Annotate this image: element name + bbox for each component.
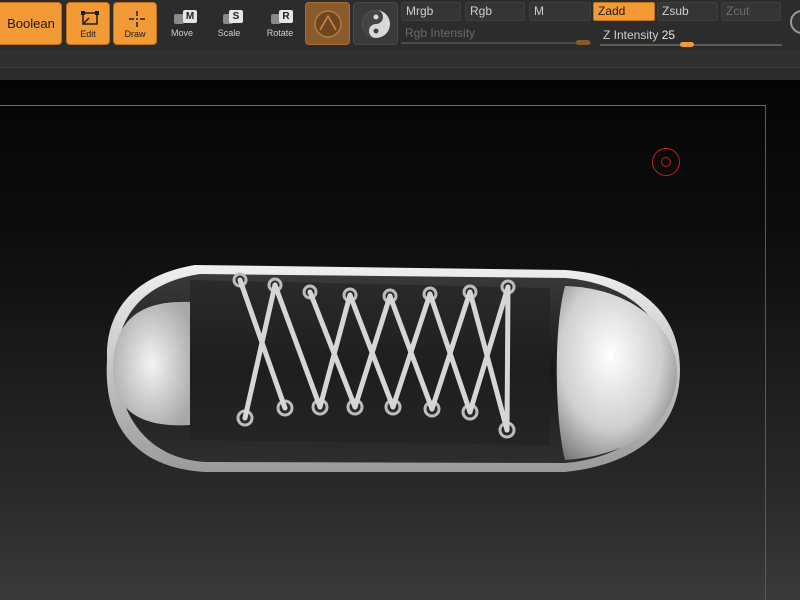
boolean-button[interactable]: Boolean xyxy=(0,2,62,45)
yin-yang-sphere-icon xyxy=(362,10,390,38)
z-intensity-text: Z Intensity xyxy=(603,28,659,42)
scale-label: Scale xyxy=(217,28,241,38)
scale-button[interactable]: S Scale xyxy=(207,2,251,45)
scale-key-badge: S xyxy=(229,10,243,23)
sneaker-model[interactable] xyxy=(95,250,695,490)
rotate-button[interactable]: R Rotate xyxy=(258,2,302,45)
rgb-button[interactable]: Rgb xyxy=(465,2,525,21)
canvas-gap xyxy=(0,68,800,80)
top-toolbar: Boolean Edit Draw M Move S Scale R Rotat… xyxy=(0,0,800,50)
edit-box-icon xyxy=(81,11,99,25)
mrgb-button[interactable]: Mrgb xyxy=(401,2,461,21)
material-button[interactable] xyxy=(305,2,350,45)
zsub-button[interactable]: Zsub xyxy=(657,2,718,21)
brush-cursor-center xyxy=(661,157,671,167)
draw-button[interactable]: Draw xyxy=(113,2,157,45)
zcut-button[interactable]: Zcut xyxy=(721,2,781,21)
draw-crosshair-icon xyxy=(129,11,145,27)
rotate-key-badge: R xyxy=(279,10,293,23)
rotate-label: Rotate xyxy=(266,28,294,38)
z-intensity-label: Z Intensity 25 xyxy=(603,28,675,42)
matcap-sphere-icon xyxy=(314,10,342,38)
zadd-button[interactable]: Zadd xyxy=(593,2,655,21)
m-button[interactable]: M xyxy=(529,2,591,21)
z-intensity-knob[interactable] xyxy=(680,42,694,47)
material-alt-button[interactable] xyxy=(353,2,398,45)
move-button[interactable]: M Move xyxy=(160,2,204,45)
z-intensity-value: 25 xyxy=(661,28,676,42)
rgb-intensity-track[interactable] xyxy=(401,42,591,44)
edit-button[interactable]: Edit xyxy=(66,2,110,45)
rgb-intensity-label: Rgb Intensity xyxy=(405,26,476,40)
rgb-intensity-knob[interactable] xyxy=(576,40,590,45)
draw-label: Draw xyxy=(124,29,146,39)
move-label: Move xyxy=(170,28,193,38)
shelf-strip xyxy=(0,50,800,68)
edit-label: Edit xyxy=(80,29,96,39)
move-key-badge: M xyxy=(183,10,197,23)
edge-round-button[interactable] xyxy=(790,10,800,34)
